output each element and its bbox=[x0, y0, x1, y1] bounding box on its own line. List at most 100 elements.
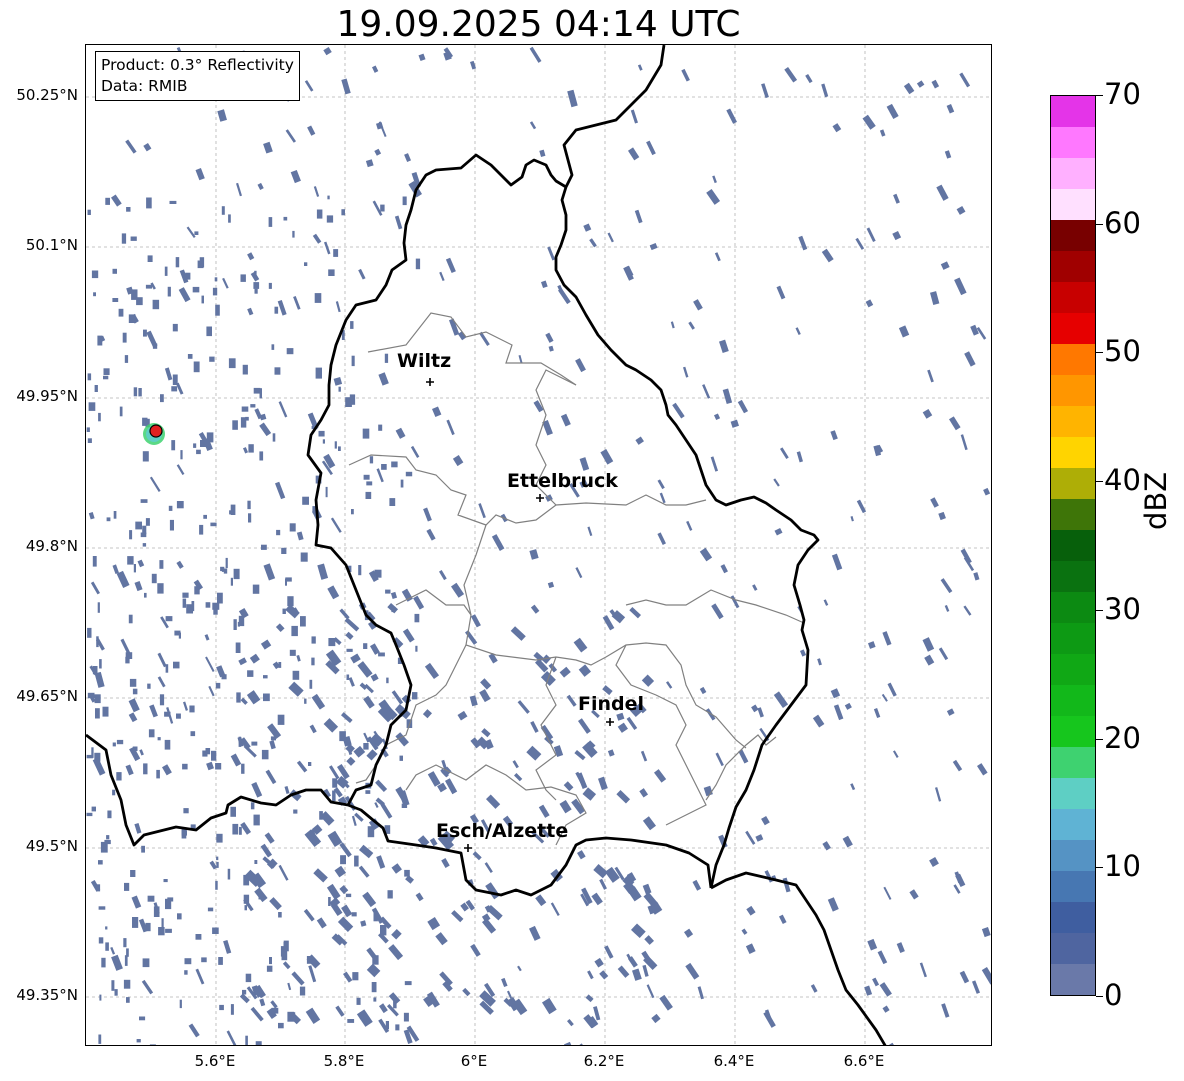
echo-cell bbox=[337, 916, 354, 932]
echo-cell bbox=[930, 497, 939, 508]
echo-cell bbox=[817, 658, 822, 666]
echo-cell bbox=[205, 656, 215, 672]
echo-cell bbox=[245, 1035, 248, 1045]
echo-cell bbox=[862, 114, 876, 130]
echo-cell bbox=[268, 217, 273, 227]
echo-cell bbox=[94, 385, 98, 392]
echo-cell bbox=[239, 993, 250, 1004]
echo-cell bbox=[192, 286, 200, 293]
echo-cell bbox=[327, 195, 330, 200]
echo-cell bbox=[94, 671, 105, 688]
echo-cell bbox=[233, 619, 237, 630]
echo-cell bbox=[165, 928, 172, 933]
echo-cell bbox=[387, 890, 393, 899]
echo-cell bbox=[566, 694, 577, 707]
echo-cell bbox=[259, 388, 262, 399]
echo-cell bbox=[123, 979, 131, 989]
echo-cell bbox=[168, 505, 173, 511]
echo-cell bbox=[176, 501, 184, 509]
echo-cell bbox=[356, 997, 361, 1005]
echo-cell bbox=[221, 206, 225, 215]
colorbar-segment bbox=[1051, 747, 1095, 778]
echo-cell bbox=[111, 194, 122, 207]
echo-cell bbox=[138, 388, 142, 397]
echo-cell bbox=[212, 287, 218, 296]
echo-cell bbox=[591, 892, 603, 906]
echo-cell bbox=[446, 419, 455, 436]
echo-cell bbox=[882, 631, 892, 646]
echo-cell bbox=[348, 677, 355, 687]
echo-cell bbox=[594, 957, 604, 968]
echo-cell bbox=[867, 938, 878, 951]
echo-cell bbox=[404, 981, 412, 986]
echo-cell bbox=[830, 430, 838, 441]
echo-cell bbox=[88, 512, 95, 520]
colorbar-segment bbox=[1051, 313, 1095, 344]
radar-site bbox=[143, 423, 165, 445]
echo-cell bbox=[751, 704, 759, 713]
echo-cell bbox=[629, 607, 641, 619]
radar-map[interactable] bbox=[85, 44, 992, 1046]
echo-cell bbox=[285, 129, 297, 143]
echo-cell bbox=[325, 486, 328, 498]
echo-cell bbox=[86, 427, 90, 432]
echo-cell bbox=[585, 994, 594, 1003]
echo-cell bbox=[340, 855, 346, 865]
echo-cell bbox=[143, 142, 152, 152]
echo-cell bbox=[250, 802, 255, 810]
echo-cell bbox=[578, 664, 592, 677]
echo-cell bbox=[251, 741, 258, 746]
echo-cell bbox=[644, 935, 655, 945]
echo-cell bbox=[712, 175, 717, 184]
radar-echoes bbox=[86, 46, 991, 1045]
echo-cell bbox=[352, 972, 359, 981]
echo-cell bbox=[579, 1043, 592, 1045]
echo-cell bbox=[124, 955, 128, 966]
echo-cell bbox=[164, 367, 173, 381]
echo-cell bbox=[245, 973, 252, 983]
lon-label: 6.2°E bbox=[583, 1052, 625, 1070]
echo-cell bbox=[630, 109, 638, 124]
echo-cell bbox=[358, 268, 366, 280]
echo-cell bbox=[366, 963, 381, 978]
echo-cell bbox=[116, 772, 122, 781]
echo-cell bbox=[339, 885, 349, 895]
echo-cell bbox=[391, 690, 404, 705]
colorbar-segment bbox=[1051, 902, 1095, 933]
echo-cell bbox=[362, 428, 370, 439]
echo-cell bbox=[243, 447, 249, 454]
echo-cell bbox=[970, 324, 979, 336]
echo-cell bbox=[573, 637, 588, 653]
echo-cell bbox=[710, 456, 719, 472]
echo-cell bbox=[233, 568, 240, 580]
echo-cell bbox=[423, 507, 432, 522]
echo-cell bbox=[291, 625, 298, 637]
echo-cell bbox=[375, 779, 388, 793]
echo-cell bbox=[347, 1019, 355, 1023]
echo-cell bbox=[122, 332, 127, 343]
echo-cell bbox=[132, 917, 139, 928]
echo-cell bbox=[651, 1013, 661, 1024]
echo-cell bbox=[105, 926, 108, 930]
echo-cell bbox=[259, 451, 264, 461]
echo-cell bbox=[559, 799, 572, 814]
echo-cell bbox=[872, 977, 880, 987]
echo-cell bbox=[92, 556, 97, 567]
echo-cell bbox=[410, 445, 420, 458]
echo-cell bbox=[344, 617, 360, 632]
echo-cell bbox=[800, 649, 807, 657]
echo-cell bbox=[882, 1005, 890, 1013]
echo-cell bbox=[241, 763, 245, 774]
colorbar-tick-mark bbox=[1096, 95, 1103, 96]
echo-cell bbox=[128, 712, 138, 723]
echo-cell bbox=[963, 605, 972, 616]
echo-cell bbox=[156, 769, 160, 779]
echo-cell bbox=[160, 394, 164, 403]
echo-cell bbox=[646, 140, 656, 156]
echo-cell bbox=[868, 641, 876, 649]
echo-cell bbox=[201, 957, 207, 963]
echo-cell bbox=[574, 750, 586, 761]
echo-cell bbox=[415, 258, 421, 270]
echo-cell bbox=[341, 712, 353, 724]
echo-cell bbox=[195, 968, 205, 985]
